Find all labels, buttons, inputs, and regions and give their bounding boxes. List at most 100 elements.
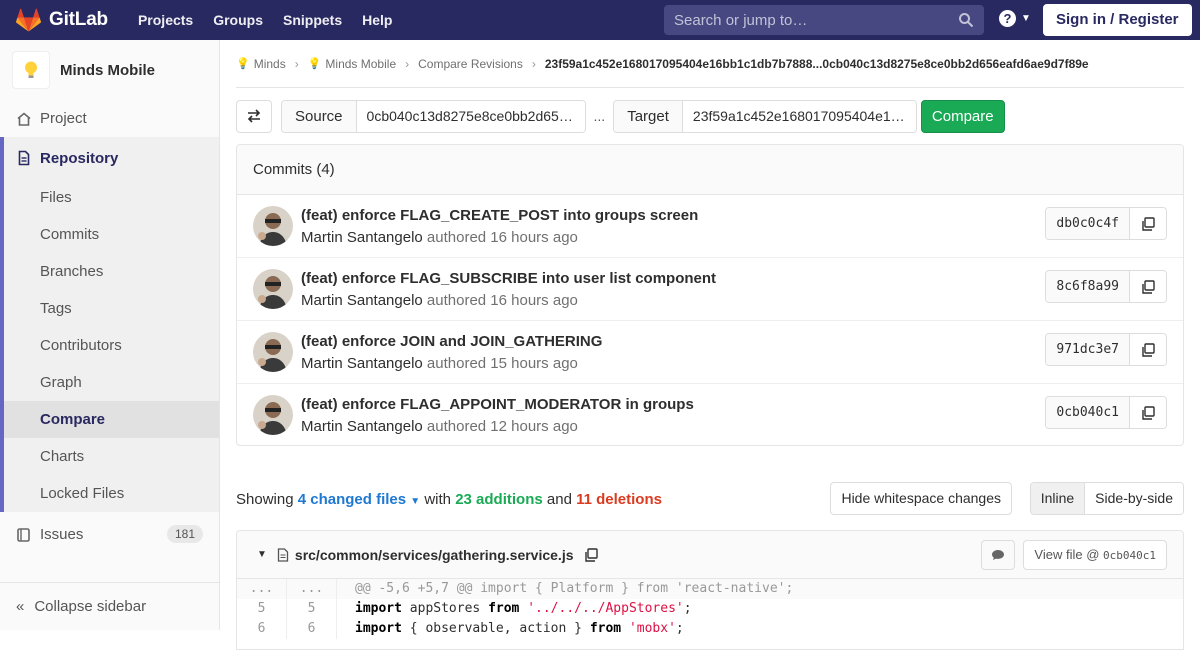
source-ref-group: Source 0cb040c13d8275e8ce0bb2d656eafd6ae… [281,99,586,133]
sidebar-item-charts[interactable]: Charts [4,438,219,475]
diff-line-code: import appStores from '../../../AppStore… [337,599,692,619]
user-avatar-image [253,269,293,309]
commit-row: (feat) enforce JOIN and JOIN_GATHERING Ma… [237,321,1183,384]
sidebar-item-tags[interactable]: Tags [4,290,219,327]
compare-button[interactable]: Compare [920,99,1005,133]
swap-arrows-icon [247,109,261,123]
and-label: and [546,490,572,508]
breadcrumb-compare-revisions[interactable]: Compare Revisions [418,57,523,71]
commit-meta: Martin Santangelo authored 16 hours ago [301,229,578,246]
search-input[interactable] [674,11,954,29]
commit-author-avatar[interactable] [253,206,293,246]
commit-sha-link[interactable]: 8c6f8a99 [1046,271,1130,302]
nav-projects[interactable]: Projects [138,12,193,28]
sidebar-item-branches[interactable]: Branches [4,253,219,290]
commit-row: (feat) enforce FLAG_APPOINT_MODERATOR in… [237,384,1183,445]
code-keyword: from [589,621,622,636]
source-ref-dropdown[interactable]: 0cb040c13d8275e8ce0bb2d656eafd6ae9d7f89e [356,100,585,132]
code-string: 'mobx' [628,621,676,636]
breadcrumb-current[interactable]: 23f59a1c452e168017095404e16bb1c1db7b7888… [545,57,1089,71]
nav-groups[interactable]: Groups [213,12,263,28]
new-line-number[interactable]: 6 [287,619,337,639]
question-icon: ? [999,10,1016,27]
new-line-number[interactable]: 5 [287,599,337,619]
nav-links: Projects Groups Snippets Help [128,12,403,28]
commit-author[interactable]: Martin Santangelo [301,418,423,435]
commit-title[interactable]: (feat) enforce JOIN and JOIN_GATHERING [301,333,602,350]
copy-file-path-button[interactable] [584,547,598,562]
view-file-button[interactable]: View file @ 0cb040c1 [1023,540,1167,570]
copy-sha-button[interactable] [1130,397,1166,428]
sidebar-item-graph[interactable]: Graph [4,364,219,401]
collapse-sidebar-button[interactable]: « Collapse sidebar [0,582,219,630]
commit-sha-link[interactable]: 971dc3e7 [1046,334,1130,365]
breadcrumb-minds-mobile[interactable]: Minds Mobile [325,57,396,71]
sidebar-item-compare[interactable]: Compare [4,401,219,438]
copy-sha-button[interactable] [1130,208,1166,239]
issues-icon [17,527,30,542]
commit-row: (feat) enforce FLAG_SUBSCRIBE into user … [237,258,1183,321]
sidebar-item-locked-files[interactable]: Locked Files [4,475,219,512]
gitlab-logo-icon [16,8,41,32]
sidebar-item-commits[interactable]: Commits [4,216,219,253]
sidebar-item-files[interactable]: Files [4,179,219,216]
project-avatar [12,51,50,89]
commit-meta: Martin Santangelo authored 15 hours ago [301,355,578,372]
commit-sha-group: 0cb040c1 [1045,396,1167,429]
old-line-number: ... [237,579,287,599]
sidebar-item-project[interactable]: Project [0,100,219,137]
commit-author[interactable]: Martin Santangelo [301,355,423,372]
commit-sha-link[interactable]: db0c0c4f [1046,208,1130,239]
diff-line: 6 6 import { observable, action } from '… [237,619,1183,639]
old-line-number[interactable]: 6 [237,619,287,639]
commit-author[interactable]: Martin Santangelo [301,292,423,309]
commit-title[interactable]: (feat) enforce FLAG_SUBSCRIBE into user … [301,270,716,287]
old-line-number[interactable]: 5 [237,599,287,619]
diff-line: 5 5 import appStores from '../../../AppS… [237,599,1183,619]
sidebar-item-issues[interactable]: Issues 181 [0,516,219,553]
sidebar-item-label: Repository [40,149,119,167]
sign-in-register-button[interactable]: Sign in / Register [1043,4,1192,36]
user-avatar-image [253,206,293,246]
gitlab-home-link[interactable]: GitLab [0,0,108,40]
inline-view-button[interactable]: Inline [1030,483,1086,514]
copy-icon [584,547,598,562]
copy-icon [1142,405,1155,420]
side-by-side-view-button[interactable]: Side-by-side [1085,483,1183,514]
copy-sha-button[interactable] [1130,271,1166,302]
code-keyword: import [355,601,402,616]
commit-time: authored 16 hours ago [426,229,578,246]
ref-separator: ... [593,108,606,124]
view-file-label: View file @ [1034,547,1100,562]
code-string: '../../../AppStores' [527,601,684,616]
file-path[interactable]: src/common/services/gathering.service.js [295,547,574,563]
breadcrumb-minds[interactable]: Minds [254,57,286,71]
project-name: Minds Mobile [60,61,155,79]
commit-title[interactable]: (feat) enforce FLAG_APPOINT_MODERATOR in… [301,396,694,413]
toggle-comments-button[interactable] [981,540,1015,570]
commit-sha-link[interactable]: 0cb040c1 [1046,397,1130,428]
help-dropdown[interactable]: ? ▼ [999,10,1031,27]
home-icon [17,111,31,126]
copy-sha-button[interactable] [1130,334,1166,365]
swap-revisions-button[interactable] [236,99,272,133]
commit-sha-group: db0c0c4f [1045,207,1167,240]
collapse-caret-icon[interactable]: ▼ [257,549,267,560]
nav-help[interactable]: Help [362,12,392,28]
commit-author-avatar[interactable] [253,269,293,309]
lightbulb-icon [25,61,37,78]
changed-files-dropdown[interactable]: 4 changed files ▼ [298,491,420,508]
commit-author[interactable]: Martin Santangelo [301,229,423,246]
nav-snippets[interactable]: Snippets [283,12,342,28]
commit-author-avatar[interactable] [253,332,293,372]
file-diff-header: ▼ src/common/services/gathering.service.… [237,531,1183,579]
commit-title[interactable]: (feat) enforce FLAG_CREATE_POST into gro… [301,207,698,224]
commit-author-avatar[interactable] [253,395,293,435]
sidebar-item-contributors[interactable]: Contributors [4,327,219,364]
code-text: ; [683,601,692,616]
chevron-down-icon: ▼ [1021,13,1031,24]
sidebar-item-repository[interactable]: Repository [4,137,219,179]
sidebar-project-header[interactable]: Minds Mobile [0,40,219,100]
target-ref-dropdown[interactable]: 23f59a1c452e168017095404e16bb1c1db7b7888 [682,100,916,132]
hide-whitespace-button[interactable]: Hide whitespace changes [830,482,1012,515]
